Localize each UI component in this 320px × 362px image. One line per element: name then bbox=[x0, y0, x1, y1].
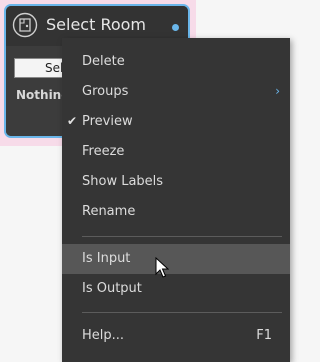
menu-item-label: Show Labels bbox=[82, 174, 164, 189]
checkmark-icon: ✔ bbox=[67, 114, 78, 128]
menu-item-label: Preview bbox=[82, 114, 133, 129]
room-icon bbox=[12, 12, 38, 38]
context-menu: Delete Groups › ✔ Preview Freeze Show La… bbox=[62, 38, 290, 362]
menu-item-is-input[interactable]: Is Input bbox=[62, 244, 290, 274]
menu-item-help[interactable]: Help... F1 bbox=[62, 321, 290, 351]
menu-item-label: Help... bbox=[82, 328, 125, 343]
menu-item-groups[interactable]: Groups › bbox=[62, 77, 290, 107]
menu-item-shortcut: F1 bbox=[256, 328, 272, 343]
menu-separator bbox=[82, 236, 282, 237]
menu-item-preview[interactable]: ✔ Preview bbox=[62, 107, 290, 137]
menu-item-label: Rename bbox=[82, 204, 136, 219]
menu-item-label: Is Output bbox=[82, 281, 142, 296]
menu-item-delete[interactable]: Delete bbox=[62, 47, 290, 77]
menu-item-freeze[interactable]: Freeze bbox=[62, 137, 290, 167]
menu-item-label: Freeze bbox=[82, 144, 125, 159]
menu-item-label: Groups bbox=[82, 84, 129, 99]
menu-item-show-labels[interactable]: Show Labels bbox=[62, 167, 290, 197]
menu-item-rename[interactable]: Rename bbox=[62, 197, 290, 227]
menu-separator bbox=[82, 312, 282, 313]
node-title: Select Room bbox=[46, 15, 147, 34]
menu-item-is-output[interactable]: Is Output bbox=[62, 274, 290, 304]
chevron-right-icon: › bbox=[275, 84, 280, 98]
menu-item-label: Delete bbox=[82, 54, 125, 69]
menu-item-label: Is Input bbox=[82, 251, 131, 266]
arrow-cursor-icon bbox=[155, 257, 169, 278]
output-port-dot[interactable] bbox=[172, 24, 179, 31]
